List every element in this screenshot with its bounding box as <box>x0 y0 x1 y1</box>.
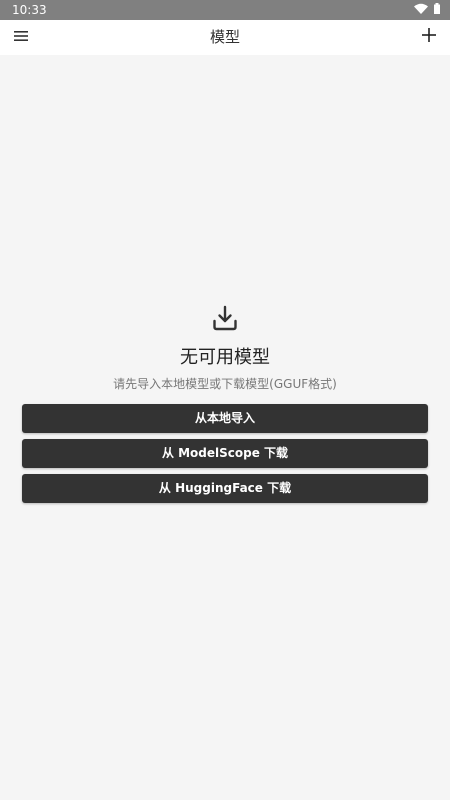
import-local-button[interactable]: 从本地导入 <box>22 404 428 433</box>
app-bar: 模型 <box>0 20 450 55</box>
status-icons <box>414 3 440 17</box>
plus-icon <box>421 27 437 47</box>
menu-icon <box>13 28 29 47</box>
menu-button[interactable] <box>8 24 34 50</box>
empty-state-title: 无可用模型 <box>180 347 270 368</box>
empty-state-subtitle: 请先导入本地模型或下载模型(GGUF格式) <box>113 377 337 391</box>
add-model-button[interactable] <box>416 24 442 50</box>
status-bar: 10:33 <box>0 0 450 20</box>
battery-icon <box>434 3 440 17</box>
status-time: 10:33 <box>12 3 47 17</box>
download-huggingface-button[interactable]: 从 HuggingFace 下载 <box>22 474 428 503</box>
download-icon <box>211 304 239 332</box>
wifi-icon <box>414 3 428 17</box>
download-modelscope-button[interactable]: 从 ModelScope 下载 <box>22 439 428 468</box>
page-title: 模型 <box>209 28 240 46</box>
